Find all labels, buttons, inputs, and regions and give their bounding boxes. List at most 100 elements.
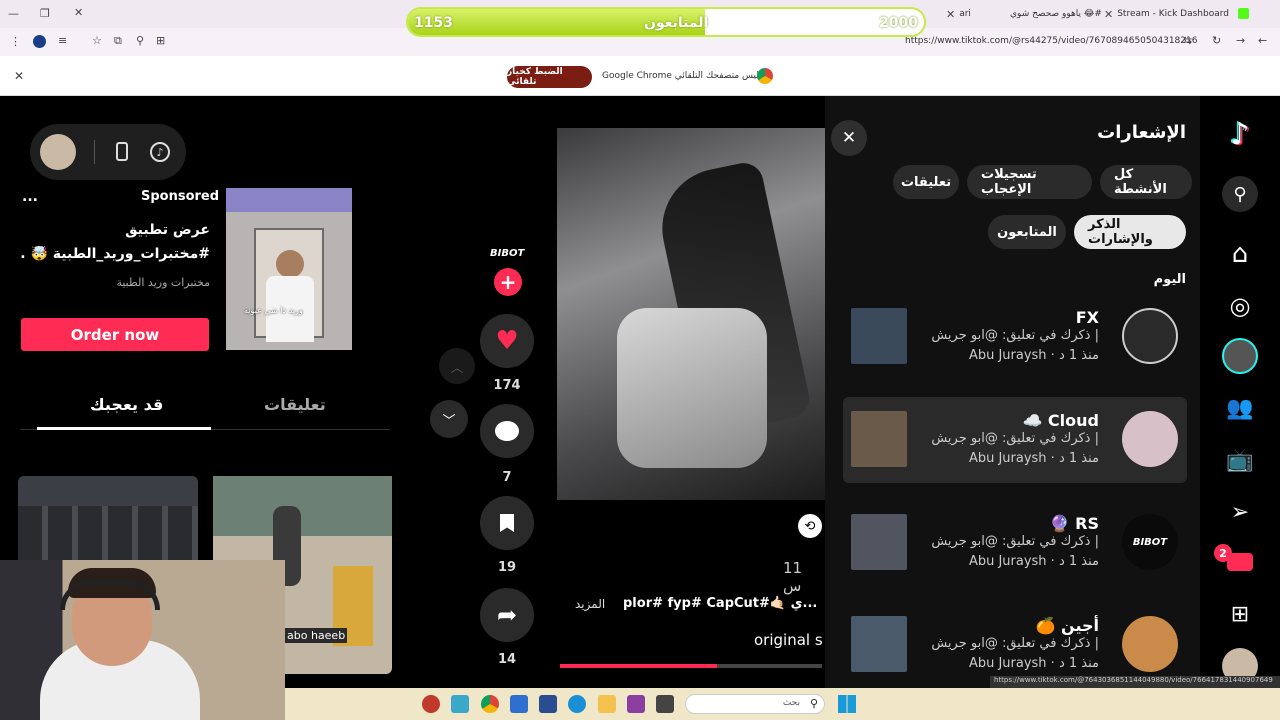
- tab-tiktok-video[interactable]: ياهوو صحصح شوي 😂#: [1010, 4, 1102, 24]
- video-progress-track[interactable]: [560, 664, 822, 668]
- notification-item[interactable]: FX ذكرك في تعليق: @ابو جريش | Abu Jurays…: [843, 294, 1187, 380]
- live-tv-icon[interactable]: 📺: [1222, 442, 1258, 478]
- infobar-text: Google Chrome ليس متصفحك التلقائي.: [602, 71, 762, 81]
- notification-user[interactable]: ☁️ Cloud: [1022, 411, 1099, 430]
- notification-thumb[interactable]: [851, 514, 907, 570]
- app-icon[interactable]: [627, 695, 645, 713]
- screenshot-icon[interactable]: ⧉: [114, 34, 122, 48]
- notification-meta: Abu Juraysh · منذ 1 د: [968, 348, 1099, 363]
- explore-compass-icon[interactable]: ◎: [1222, 288, 1258, 324]
- share-button[interactable]: ➦: [480, 588, 534, 642]
- set-default-button[interactable]: الضبط كخيار تلقائي: [507, 66, 592, 88]
- filter-comments[interactable]: تعليقات: [893, 165, 959, 199]
- site-info-icon[interactable]: ⇆: [1183, 34, 1192, 47]
- more-options-icon[interactable]: ...: [22, 189, 38, 205]
- upload-plus-icon[interactable]: ⊞: [1222, 596, 1258, 632]
- minimize-icon[interactable]: —: [8, 7, 19, 20]
- close-infobar-icon[interactable]: ✕: [14, 69, 24, 83]
- notification-thumb[interactable]: [851, 616, 907, 672]
- url-text[interactable]: https://www.tiktok.com/@rs44275/video/76…: [905, 36, 1197, 46]
- notification-thumb[interactable]: [851, 308, 907, 364]
- author-badge[interactable]: BIBOT: [490, 248, 524, 259]
- bookmark-star-icon[interactable]: ☆: [92, 34, 102, 47]
- app-icon[interactable]: [451, 695, 469, 713]
- notification-user[interactable]: 🔮 RS: [1050, 514, 1099, 533]
- filter-mentions[interactable]: الذكر والإشارات: [1074, 215, 1186, 249]
- back-icon[interactable]: ←: [1258, 34, 1267, 47]
- ad-thumbnail[interactable]: وريد ذا شي عيونه: [226, 188, 352, 350]
- filter-likes[interactable]: تسجيلات الإعجاب: [967, 165, 1092, 199]
- following-users-icon[interactable]: 👥: [1222, 390, 1258, 426]
- taskbar-search[interactable]: بحث ⚲: [685, 694, 825, 714]
- user-avatar[interactable]: [40, 134, 76, 170]
- save-button[interactable]: [480, 496, 534, 550]
- notification-meta: Abu Juraysh · منذ 1 د: [968, 451, 1099, 466]
- notification-item[interactable]: 🔮 RS ذكرك في تعليق: @ابو جريش | Abu Jura…: [843, 500, 1187, 586]
- section-today: اليوم: [1153, 272, 1186, 287]
- filter-followers[interactable]: المتابعون: [988, 215, 1066, 249]
- sponsored-label: Sponsored: [141, 189, 220, 204]
- ad-brand: مختبرات وريد الطبية: [116, 276, 210, 289]
- extensions-icon[interactable]: ⊞: [156, 34, 165, 47]
- search-placeholder: بحث: [782, 698, 800, 708]
- tiktok-circle-icon[interactable]: ♪: [150, 142, 170, 162]
- notification-avatar[interactable]: [1122, 411, 1178, 467]
- comment-button[interactable]: [480, 404, 534, 458]
- messages-send-icon[interactable]: ➢: [1222, 494, 1258, 530]
- chrome-taskbar-icon[interactable]: [481, 695, 499, 713]
- tab-comments[interactable]: تعليقات: [264, 395, 326, 414]
- active-tab-indicator: [37, 427, 211, 430]
- follow-plus-icon[interactable]: +: [494, 268, 522, 296]
- sound-name[interactable]: original s: [754, 631, 823, 649]
- profile-icon[interactable]: [33, 35, 46, 48]
- filter-all-activity[interactable]: كل الأنشطة: [1100, 165, 1192, 199]
- app-icon[interactable]: [656, 695, 674, 713]
- zoom-icon[interactable]: ⚲: [136, 34, 144, 47]
- app-icon[interactable]: [510, 695, 528, 713]
- video-frame[interactable]: [557, 128, 825, 500]
- edge-icon[interactable]: [568, 695, 586, 713]
- close-panel-button[interactable]: ✕: [831, 120, 867, 156]
- app-icon[interactable]: [539, 695, 557, 713]
- folder-icon[interactable]: [598, 695, 616, 713]
- repost-icon[interactable]: ⟲: [798, 514, 822, 538]
- heart-icon: ♥: [495, 326, 519, 356]
- inbox-badge: 2: [1214, 544, 1232, 562]
- tiktok-logo-icon[interactable]: ♪: [1222, 116, 1258, 152]
- home-icon[interactable]: ⌂: [1222, 236, 1258, 272]
- close-window-icon[interactable]: ✕: [74, 6, 83, 19]
- close-icon: ✕: [841, 128, 857, 148]
- close-tab-icon[interactable]: ✕: [1104, 8, 1113, 21]
- reload-icon[interactable]: ↻: [1212, 34, 1221, 47]
- app-icon[interactable]: [422, 695, 440, 713]
- notification-user[interactable]: 🍊 أجين: [1036, 616, 1099, 635]
- scroll-down-button[interactable]: ﹀: [430, 400, 468, 438]
- ad-subtitle: #مختبرات_وريد_الطبية 🤯 ...: [20, 246, 210, 262]
- forward-icon[interactable]: →: [1236, 34, 1245, 47]
- tiktok-sidebar: ♪ ⚲ ⌂ ◎ 👥 📺 ➢ 2 ⊞: [1200, 96, 1280, 688]
- search-icon[interactable]: ⚲: [1222, 176, 1258, 212]
- notification-avatar[interactable]: BIBOT: [1122, 514, 1178, 570]
- menu-dots-icon[interactable]: ⋮: [10, 35, 21, 48]
- notification-thumb[interactable]: [851, 411, 907, 467]
- windows-start-icon[interactable]: [838, 695, 856, 713]
- more-link[interactable]: المزيد: [575, 597, 605, 611]
- notification-item[interactable]: ☁️ Cloud ذكرك في تعليق: @ابو جريش | Abu …: [843, 397, 1187, 483]
- notifications-title: الإشعارات: [1097, 122, 1186, 143]
- phone-icon[interactable]: [116, 142, 128, 161]
- notification-avatar[interactable]: [1122, 616, 1178, 672]
- close-tab-icon[interactable]: ✕: [946, 8, 955, 21]
- tab-you-may-like[interactable]: قد يعجبك: [90, 395, 163, 414]
- scroll-up-button[interactable]: ︿: [439, 348, 475, 384]
- video-thumb-cinema[interactable]: [18, 476, 198, 560]
- notification-avatar[interactable]: [1122, 308, 1178, 364]
- thumb-caption: abo haeeb: [285, 628, 348, 643]
- like-button[interactable]: ♥: [480, 314, 534, 368]
- tab-third[interactable]: ✕ ari: [946, 4, 1006, 24]
- restore-icon[interactable]: ❐: [40, 7, 50, 20]
- profile-avatar-icon[interactable]: [1222, 338, 1258, 374]
- order-now-button[interactable]: Order now: [21, 318, 209, 351]
- notification-user[interactable]: FX: [1076, 308, 1099, 327]
- tab-kick-dashboard[interactable]: ✕ Stream - Kick Dashboard: [1104, 4, 1234, 24]
- reading-list-icon[interactable]: ≡: [58, 34, 67, 47]
